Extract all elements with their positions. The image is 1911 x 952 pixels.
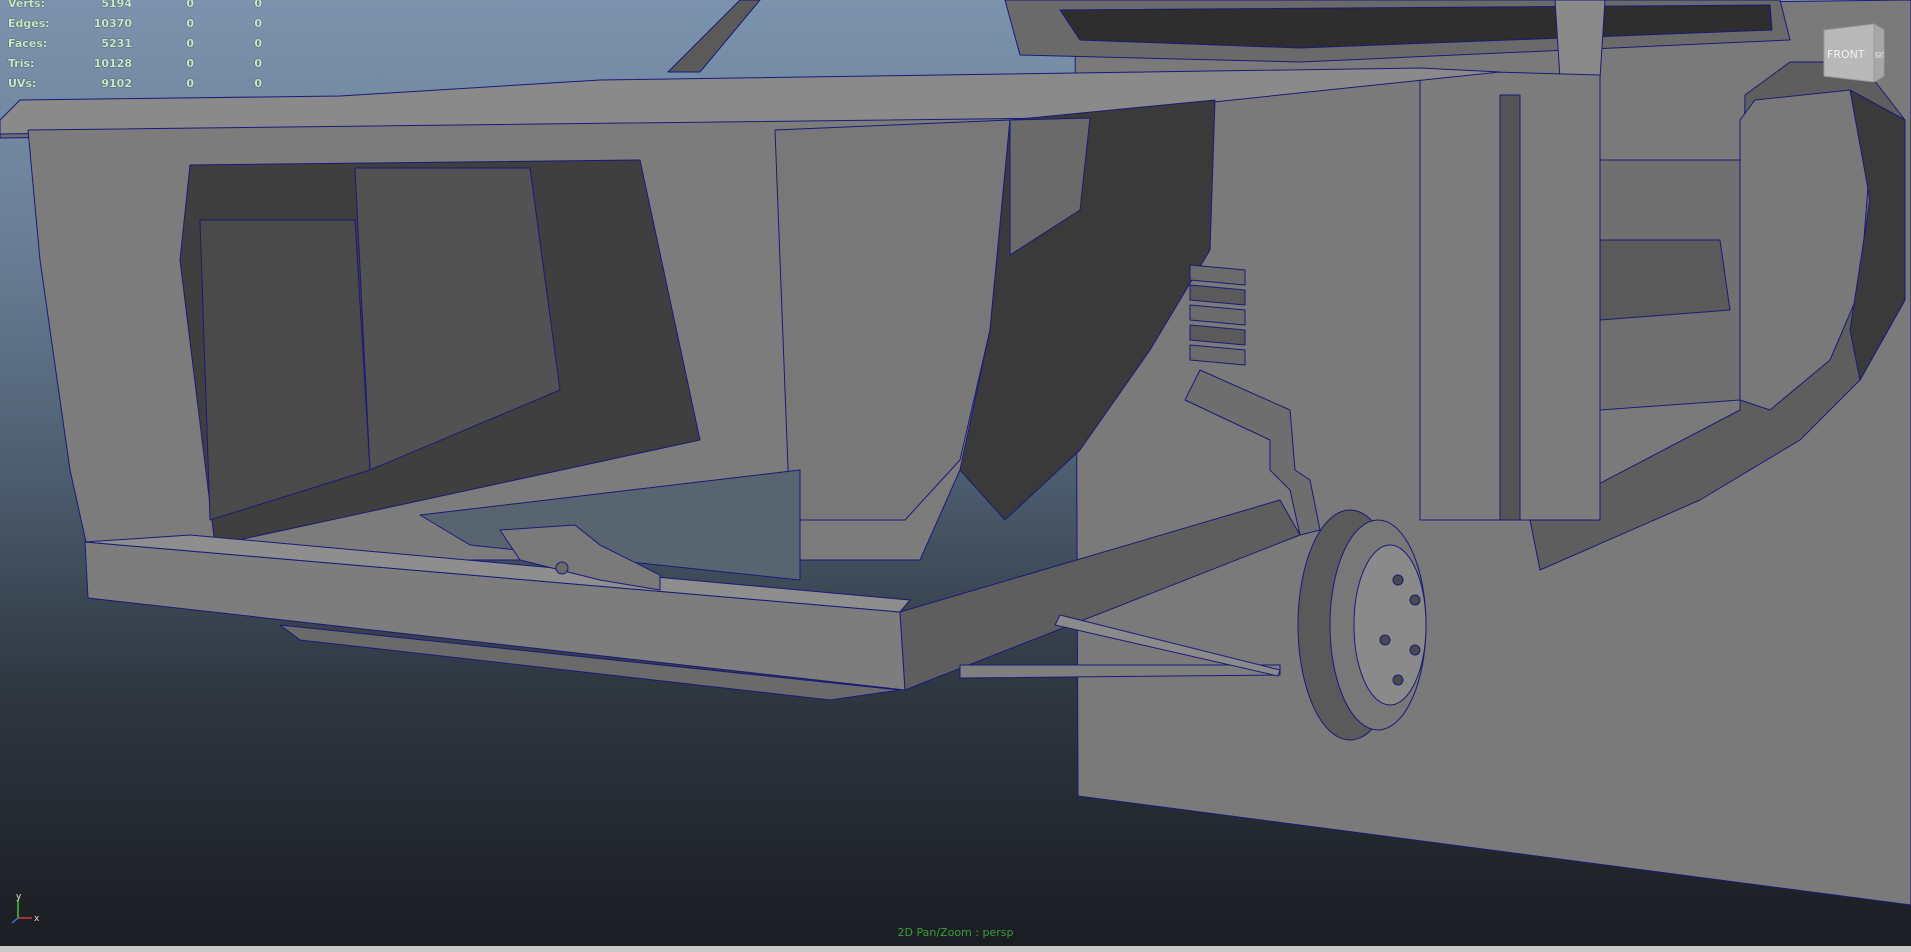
engine-bay-slot [1599, 239, 1731, 321]
hud-row-tris: Tris: 10128 0 0 [8, 54, 262, 74]
hud-total: 10128 [93, 57, 132, 70]
hud-label: Tris: [8, 57, 35, 70]
hud-total: 9102 [101, 77, 132, 90]
view-cube-front-label[interactable]: FRONT [1827, 48, 1865, 61]
viewport-bottom-bar [0, 946, 1911, 952]
hud-row-verts: Verts: 5194 0 0 [8, 0, 262, 14]
hud-selected: 0 [186, 77, 194, 90]
hud-row-uvs: UVs: 9102 0 0 [8, 74, 262, 94]
brake-disc [1297, 509, 1427, 741]
viewport-status-text: 2D Pan/Zoom : persp [897, 926, 1014, 939]
axis-x-label: x [34, 914, 40, 924]
view-cube[interactable]: FRONT RIGHT [1822, 22, 1886, 82]
b-pillar [1554, 0, 1606, 79]
hud-total: 5231 [101, 37, 132, 50]
poly-count-hud: Verts: 5194 0 0 Edges: 10370 0 0 Faces: … [8, 0, 262, 94]
hud-selected: 0 [186, 0, 194, 10]
axis-gizmo: y x [11, 892, 40, 924]
hud-label: UVs: [8, 77, 37, 90]
axis-y-label: y [16, 892, 22, 902]
hud-component: 0 [254, 57, 262, 70]
firewall-right-dark [1499, 94, 1521, 521]
hud-row-faces: Faces: 5231 0 0 [8, 34, 262, 54]
coil-spring [1189, 264, 1246, 366]
hud-component: 0 [254, 37, 262, 50]
hud-label: Edges: [8, 17, 50, 30]
hud-row-edges: Edges: 10370 0 0 [8, 14, 262, 34]
inner-cavity-light [199, 219, 371, 521]
hud-component: 0 [254, 17, 262, 30]
view-cube-right-label[interactable]: RIGHT [1875, 51, 1884, 60]
hud-total: 5194 [101, 0, 132, 10]
hud-label: Faces: [8, 37, 48, 50]
hud-component: 0 [254, 77, 262, 90]
a-pillar [667, 0, 761, 73]
hud-selected: 0 [186, 37, 194, 50]
hud-selected: 0 [186, 17, 194, 30]
hud-component: 0 [254, 0, 262, 10]
hud-label: Verts: [8, 0, 46, 10]
hud-total: 10370 [93, 17, 132, 30]
hud-selected: 0 [186, 57, 194, 70]
model-wireframe-scene[interactable] [0, 0, 1911, 952]
3d-viewport[interactable]: Verts: 5194 0 0 Edges: 10370 0 0 Faces: … [0, 0, 1911, 952]
